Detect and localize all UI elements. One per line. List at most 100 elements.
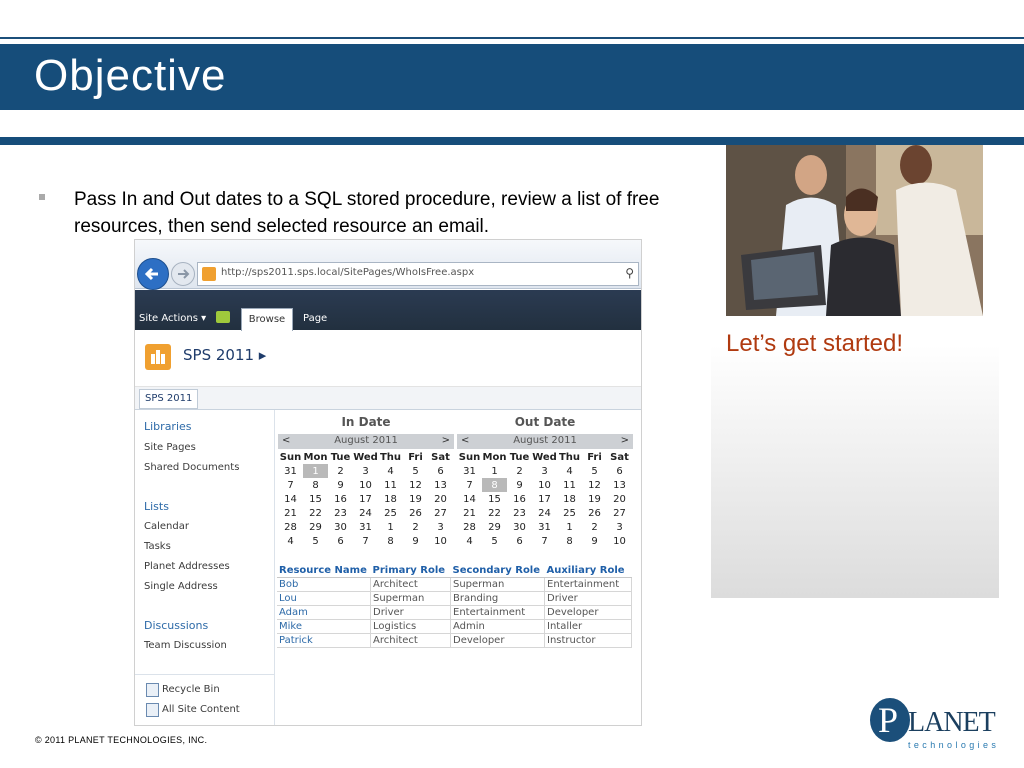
in-date-day[interactable]: 2 <box>328 464 353 478</box>
in-date-day[interactable]: 8 <box>378 534 403 548</box>
out-date-day[interactable]: 12 <box>582 478 607 492</box>
tab-browse[interactable]: Browse <box>241 308 293 331</box>
tab-page[interactable]: Page <box>303 313 327 324</box>
in-date-day[interactable]: 22 <box>303 506 328 520</box>
out-date-day[interactable]: 16 <box>507 492 532 506</box>
in-date-day[interactable]: 21 <box>278 506 303 520</box>
ql-all-site-content[interactable]: All Site Content <box>162 704 240 715</box>
resource-column-header[interactable]: Primary Role <box>370 563 451 578</box>
in-date-day[interactable]: 7 <box>353 534 378 548</box>
out-date-day[interactable]: 13 <box>607 478 632 492</box>
ql-calendar[interactable]: Calendar <box>144 521 189 532</box>
out-date-day[interactable]: 7 <box>532 534 557 548</box>
out-date-day[interactable]: 25 <box>557 506 582 520</box>
out-date-day[interactable]: 1 <box>557 520 582 534</box>
forward-arrow-icon[interactable] <box>171 262 195 286</box>
out-date-day[interactable]: 6 <box>607 464 632 478</box>
out-date-day[interactable]: 8 <box>482 478 507 492</box>
resource-name-link[interactable]: Mike <box>277 619 371 634</box>
out-date-day[interactable]: 9 <box>507 478 532 492</box>
back-arrow-icon[interactable] <box>137 258 169 290</box>
ql-lists[interactable]: Lists <box>144 500 169 513</box>
address-bar[interactable]: http://sps2011.sps.local/SitePages/WhoIs… <box>197 262 639 286</box>
search-icon[interactable]: ⚲ <box>625 266 634 280</box>
resource-name-link[interactable]: Bob <box>277 577 371 592</box>
out-date-day[interactable]: 6 <box>507 534 532 548</box>
out-date-day[interactable]: 9 <box>582 534 607 548</box>
in-date-day[interactable]: 19 <box>403 492 428 506</box>
resource-name-link[interactable]: Adam <box>277 605 371 620</box>
ql-libraries[interactable]: Libraries <box>144 420 192 433</box>
edit-icon[interactable] <box>216 311 230 323</box>
ql-recycle-bin[interactable]: Recycle Bin <box>162 684 220 695</box>
in-date-day[interactable]: 13 <box>428 478 453 492</box>
in-date-day[interactable]: 8 <box>303 478 328 492</box>
in-date-day[interactable]: 5 <box>403 464 428 478</box>
out-date-day[interactable]: 30 <box>507 520 532 534</box>
ql-planet-addresses[interactable]: Planet Addresses <box>144 561 230 572</box>
resource-column-header[interactable]: Resource Name <box>277 563 371 578</box>
out-date-day[interactable]: 17 <box>532 492 557 506</box>
out-date-day[interactable]: 7 <box>457 478 482 492</box>
in-date-day[interactable]: 14 <box>278 492 303 506</box>
in-date-day[interactable]: 9 <box>403 534 428 548</box>
out-date-day[interactable]: 3 <box>607 520 632 534</box>
out-date-day[interactable]: 4 <box>557 464 582 478</box>
ql-shared-documents[interactable]: Shared Documents <box>144 462 239 473</box>
out-date-day[interactable]: 22 <box>482 506 507 520</box>
out-date-day[interactable]: 21 <box>457 506 482 520</box>
in-date-day[interactable]: 9 <box>328 478 353 492</box>
site-title[interactable]: SPS 2011 ▸ <box>183 346 266 364</box>
out-date-day[interactable]: 8 <box>557 534 582 548</box>
in-date-day[interactable]: 30 <box>328 520 353 534</box>
in-date-day[interactable]: 15 <box>303 492 328 506</box>
in-date-day[interactable]: 11 <box>378 478 403 492</box>
in-date-day[interactable]: 3 <box>428 520 453 534</box>
resource-name-link[interactable]: Lou <box>277 591 371 606</box>
in-date-day[interactable]: 25 <box>378 506 403 520</box>
site-actions-menu[interactable]: Site Actions ▾ <box>139 313 206 324</box>
out-date-day[interactable]: 2 <box>507 464 532 478</box>
out-date-day[interactable]: 29 <box>482 520 507 534</box>
topnav-item-home[interactable]: SPS 2011 <box>139 389 199 409</box>
in-date-day[interactable]: 4 <box>378 464 403 478</box>
in-date-day[interactable]: 28 <box>278 520 303 534</box>
out-date-day[interactable]: 15 <box>482 492 507 506</box>
out-date-next-month[interactable]: > <box>621 435 629 446</box>
out-date-day[interactable]: 18 <box>557 492 582 506</box>
in-date-next-month[interactable]: > <box>442 435 450 446</box>
in-date-day[interactable]: 31 <box>278 464 303 478</box>
in-date-day[interactable]: 7 <box>278 478 303 492</box>
ql-tasks[interactable]: Tasks <box>144 541 171 552</box>
out-date-day[interactable]: 3 <box>532 464 557 478</box>
out-date-day[interactable]: 10 <box>532 478 557 492</box>
in-date-day[interactable]: 29 <box>303 520 328 534</box>
in-date-day[interactable]: 12 <box>403 478 428 492</box>
in-date-prev-month[interactable]: < <box>282 435 290 446</box>
in-date-day[interactable]: 31 <box>353 520 378 534</box>
out-date-day[interactable]: 24 <box>532 506 557 520</box>
in-date-day[interactable]: 10 <box>428 534 453 548</box>
resource-column-header[interactable]: Auxiliary Role <box>544 563 632 578</box>
resource-column-header[interactable]: Secondary Role <box>450 563 545 578</box>
out-date-day[interactable]: 31 <box>532 520 557 534</box>
ql-single-address[interactable]: Single Address <box>144 581 218 592</box>
in-date-day[interactable]: 26 <box>403 506 428 520</box>
ql-team-discussion[interactable]: Team Discussion <box>144 640 227 651</box>
in-date-day[interactable]: 16 <box>328 492 353 506</box>
in-date-day[interactable]: 10 <box>353 478 378 492</box>
out-date-day[interactable]: 19 <box>582 492 607 506</box>
out-date-day[interactable]: 4 <box>457 534 482 548</box>
in-date-day[interactable]: 6 <box>328 534 353 548</box>
out-date-day[interactable]: 23 <box>507 506 532 520</box>
out-date-day[interactable]: 27 <box>607 506 632 520</box>
in-date-day[interactable]: 27 <box>428 506 453 520</box>
in-date-day[interactable]: 2 <box>403 520 428 534</box>
resource-name-link[interactable]: Patrick <box>277 633 371 648</box>
in-date-day[interactable]: 6 <box>428 464 453 478</box>
out-date-day[interactable]: 2 <box>582 520 607 534</box>
in-date-day[interactable]: 4 <box>278 534 303 548</box>
in-date-day[interactable]: 17 <box>353 492 378 506</box>
out-date-prev-month[interactable]: < <box>461 435 469 446</box>
out-date-day[interactable]: 31 <box>457 464 482 478</box>
